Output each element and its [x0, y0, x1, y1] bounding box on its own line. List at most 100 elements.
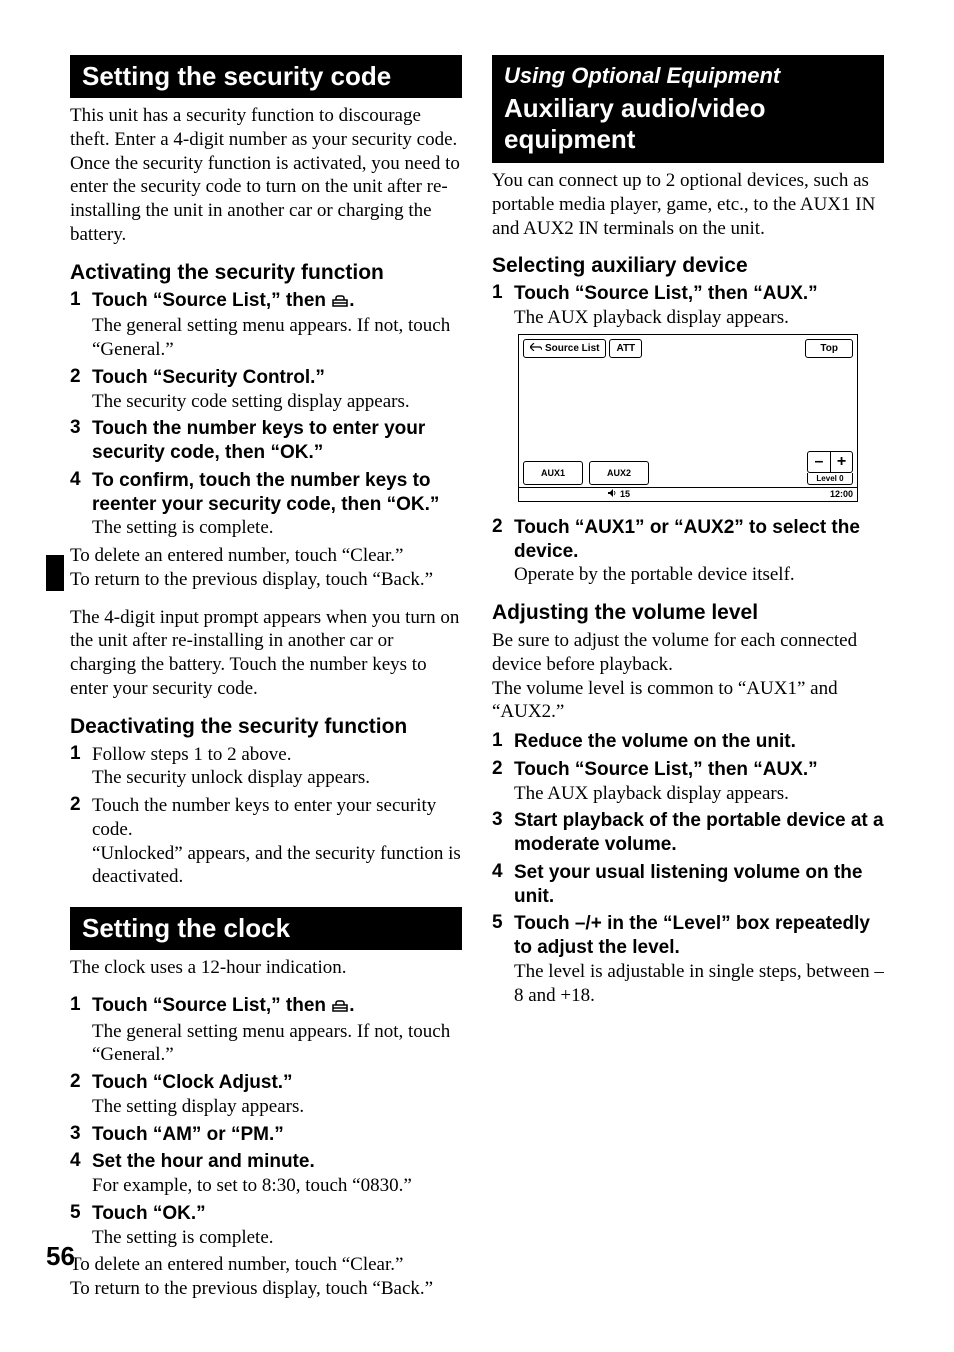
step-lead: Touch “AUX1” or “AUX2” to select the dev…: [514, 517, 860, 562]
select-step-1: 1 Touch “Source List,” then “AUX.” The A…: [492, 282, 884, 330]
step-text: Follow steps 1 to 2 above.: [92, 744, 292, 765]
step-number: 3: [70, 417, 92, 465]
section-heading-security: Setting the security code: [70, 55, 462, 98]
adjust-step-3: 3 Start playback of the portable device …: [492, 809, 884, 857]
step-number: 2: [70, 366, 92, 414]
step-number: 1: [70, 994, 92, 1067]
step-number: 1: [70, 743, 92, 791]
step-number: 1: [492, 730, 514, 754]
step-lead: To confirm, touch the number keys to ree…: [92, 470, 439, 515]
clock-step-3: 3 Touch “AM” or “PM.”: [70, 1123, 462, 1147]
activate-note-1: To delete an entered number, touch “Clea…: [70, 544, 462, 592]
step-follow: The AUX playback display appears.: [514, 783, 789, 804]
toolbox-icon: [331, 291, 349, 315]
level-control: – + Level 0: [807, 451, 853, 485]
aux-heading: Auxiliary audio/video equipment: [492, 91, 884, 163]
source-list-button[interactable]: Source List: [523, 339, 606, 358]
step-lead: Start playback of the portable device at…: [514, 810, 884, 855]
step-follow: Operate by the portable device itself.: [514, 564, 795, 585]
aux-content-area: [519, 362, 857, 457]
two-columns: Setting the security code This unit has …: [70, 55, 884, 1301]
manual-page: Setting the security code This unit has …: [0, 0, 954, 1352]
source-list-label: Source List: [545, 343, 599, 354]
step-lead: Touch “OK.”: [92, 1203, 206, 1224]
activate-step-3: 3 Touch the number keys to enter your se…: [70, 417, 462, 465]
selecting-heading: Selecting auxiliary device: [492, 254, 884, 278]
step-follow: The level is adjustable in single steps,…: [514, 961, 884, 1006]
back-icon: [530, 343, 542, 354]
activating-heading: Activating the security function: [70, 261, 462, 285]
step-follow: The setting display appears.: [92, 1096, 304, 1117]
step-follow: The AUX playback display appears.: [514, 307, 789, 328]
adjust-step-4: 4 Set your usual listening volume on the…: [492, 861, 884, 909]
step-lead: Touch “Clock Adjust.”: [92, 1072, 293, 1093]
step-lead: Set your usual listening volume on the u…: [514, 862, 862, 907]
right-column: Using Optional Equipment Auxiliary audio…: [492, 55, 884, 1301]
toolbox-icon: [331, 996, 349, 1020]
aux-intro: You can connect up to 2 optional devices…: [492, 169, 884, 240]
adjusting-heading: Adjusting the volume level: [492, 601, 884, 625]
step-number: 2: [70, 794, 92, 889]
step-lead: Touch “Source List,” then: [92, 290, 331, 311]
step-number: 3: [492, 809, 514, 857]
step-text: Touch the number keys to enter your secu…: [92, 795, 436, 840]
volume-icon: [608, 489, 618, 499]
page-number: 56: [46, 1241, 75, 1272]
clock-step-5: 5 Touch “OK.” The setting is complete.: [70, 1202, 462, 1250]
step-lead: Touch –/+ in the “Level” box repeatedly …: [514, 913, 870, 958]
step-lead: Touch “Source List,” then “AUX.”: [514, 759, 818, 780]
step-follow: The security code setting display appear…: [92, 391, 410, 412]
clock-step-4: 4 Set the hour and minute. For example, …: [70, 1150, 462, 1198]
clock-note: To delete an entered number, touch “Clea…: [70, 1253, 462, 1301]
adjust-step-1: 1 Reduce the volume on the unit.: [492, 730, 884, 754]
select-step-2: 2 Touch “AUX1” or “AUX2” to select the d…: [492, 516, 884, 587]
step-lead-tail: .: [349, 995, 354, 1016]
step-lead: Touch “Source List,” then: [92, 995, 331, 1016]
step-number: 2: [492, 516, 514, 587]
step-follow: The setting is complete.: [92, 517, 274, 538]
step-follow: For example, to set to 8:30, touch “0830…: [92, 1175, 412, 1196]
section-index-tab: [46, 555, 64, 591]
activate-note-2: The 4-digit input prompt appears when yo…: [70, 606, 462, 701]
step-number: 4: [70, 1150, 92, 1198]
step-number: 1: [70, 289, 92, 362]
clock-step-2: 2 Touch “Clock Adjust.” The setting disp…: [70, 1071, 462, 1119]
step-number: 1: [492, 282, 514, 330]
adjust-step-5: 5 Touch –/+ in the “Level” box repeatedl…: [492, 912, 884, 1007]
step-lead: Touch “AM” or “PM.”: [92, 1124, 284, 1145]
step-number: 3: [70, 1123, 92, 1147]
aux-status-bar: 15 12:00: [519, 487, 857, 501]
top-button[interactable]: Top: [805, 339, 853, 358]
volume-value: 15: [620, 489, 630, 499]
clock-value: 12:00: [830, 489, 853, 499]
clock-intro: The clock uses a 12-hour indication.: [70, 956, 462, 980]
deactivate-step-1: 1 Follow steps 1 to 2 above. The securit…: [70, 743, 462, 791]
level-minus-button[interactable]: –: [808, 452, 830, 472]
step-lead: Touch “Source List,” then “AUX.”: [514, 283, 818, 304]
aux-playback-screenshot: Source List ATT Top AUX1 AUX2 –: [518, 334, 858, 502]
att-button[interactable]: ATT: [609, 339, 642, 358]
clock-step-1: 1 Touch “Source List,” then . The genera…: [70, 994, 462, 1067]
level-plus-button[interactable]: +: [830, 452, 852, 472]
step-follow: The setting is complete.: [92, 1227, 274, 1248]
activate-step-2: 2 Touch “Security Control.” The security…: [70, 366, 462, 414]
activate-step-4: 4 To confirm, touch the number keys to r…: [70, 469, 462, 540]
adjust-step-2: 2 Touch “Source List,” then “AUX.” The A…: [492, 758, 884, 806]
step-follow: “Unlocked” appears, and the security fun…: [92, 843, 461, 888]
deactivating-heading: Deactivating the security function: [70, 715, 462, 739]
aux1-button[interactable]: AUX1: [523, 461, 583, 485]
step-number: 4: [492, 861, 514, 909]
aux2-button[interactable]: AUX2: [589, 461, 649, 485]
section-heading-clock: Setting the clock: [70, 907, 462, 950]
step-number: 5: [492, 912, 514, 1007]
activate-step-1: 1 Touch “Source List,” then . The genera…: [70, 289, 462, 362]
left-column: Setting the security code This unit has …: [70, 55, 462, 1301]
step-follow: The general setting menu appears. If not…: [92, 315, 450, 360]
over-heading: Using Optional Equipment: [492, 55, 884, 91]
level-label: Level 0: [807, 473, 853, 485]
aux-bottom-bar: AUX1 AUX2 – + Level 0 15: [519, 457, 857, 501]
step-number: 2: [492, 758, 514, 806]
step-follow: The general setting menu appears. If not…: [92, 1021, 450, 1066]
step-lead-tail: .: [349, 290, 354, 311]
step-lead: Reduce the volume on the unit.: [514, 731, 796, 752]
